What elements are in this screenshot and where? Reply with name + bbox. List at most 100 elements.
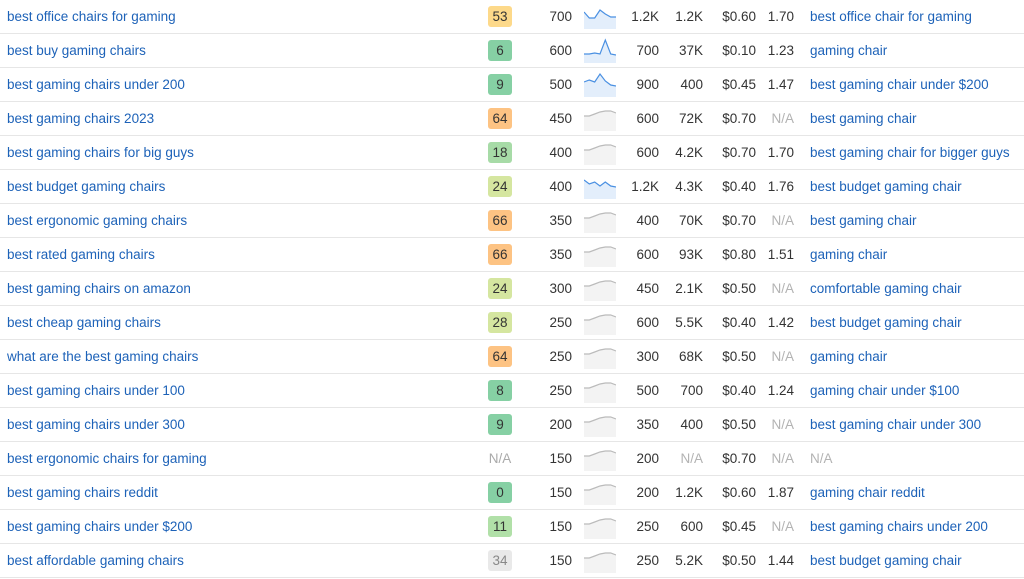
kd-badge: 11 (488, 516, 512, 537)
parent-topic-link[interactable]: best gaming chair under 300 (810, 408, 981, 441)
parent-topic-link[interactable]: best gaming chair (810, 204, 917, 237)
parent-topic-link[interactable]: best office chair for gaming (810, 0, 972, 33)
global-volume: 700 (680, 383, 703, 398)
cps-value: 1.70 (767, 9, 794, 24)
sparkline-area (584, 281, 616, 301)
traffic-potential: 1.2K (631, 9, 659, 24)
traffic-potential: 250 (636, 553, 659, 568)
global-volume: 37K (678, 43, 703, 58)
sparkline-area (584, 10, 616, 29)
trend-sparkline (584, 179, 616, 199)
cps-value: 1.70 (767, 145, 794, 160)
traffic-potential: 900 (636, 77, 659, 92)
parent-topic-link[interactable]: gaming chair reddit (810, 476, 925, 509)
cpc-value: $0.45 (722, 77, 756, 92)
trend-sparkline (584, 484, 616, 505)
keyword-link[interactable]: best gaming chairs for big guys (7, 136, 194, 169)
parent-topic-link[interactable]: gaming chair (810, 238, 887, 271)
keyword-link[interactable]: best gaming chairs reddit (7, 476, 158, 509)
traffic-potential: 1.2K (631, 179, 659, 194)
global-volume: 1.2K (675, 485, 703, 500)
parent-topic-link[interactable]: best budget gaming chair (810, 544, 962, 577)
sparkline-area (584, 519, 616, 539)
trend-sparkline (584, 72, 616, 97)
cps-value: N/A (771, 281, 794, 296)
sparkline-area (584, 417, 616, 437)
global-volume: 5.2K (675, 553, 703, 568)
cps-value: 1.23 (767, 43, 794, 58)
table-row: best gaming chairs for big guys 18 400 600 4… (0, 136, 1024, 170)
parent-topic-link[interactable]: best gaming chairs under 200 (810, 510, 988, 543)
search-volume: 250 (549, 383, 572, 398)
trend-sparkline (584, 552, 616, 573)
cps-value: 1.42 (767, 315, 794, 330)
kd-badge: 28 (488, 312, 512, 333)
traffic-potential: 600 (636, 111, 659, 126)
trend-sparkline (584, 9, 616, 29)
trend-sparkline (584, 518, 616, 539)
cps-value: 1.47 (767, 77, 794, 92)
traffic-potential: 200 (636, 485, 659, 500)
traffic-potential: 250 (636, 519, 659, 534)
keyword-link[interactable]: best buy gaming chairs (7, 34, 146, 67)
cpc-value: $0.50 (722, 417, 756, 432)
cps-value: 1.44 (767, 553, 794, 568)
keyword-link[interactable]: best gaming chairs under $200 (7, 510, 192, 543)
parent-topic-link[interactable]: best gaming chair for bigger guys (810, 136, 1010, 169)
keyword-link[interactable]: best gaming chairs under 100 (7, 374, 185, 407)
kd-badge: 66 (488, 244, 512, 265)
global-volume: 4.2K (675, 145, 703, 160)
global-volume: 1.2K (675, 9, 703, 24)
keyword-link[interactable]: best gaming chairs under 200 (7, 68, 185, 101)
keyword-link[interactable]: best gaming chairs under 300 (7, 408, 185, 441)
keyword-link[interactable]: best rated gaming chairs (7, 238, 155, 271)
parent-topic-link[interactable]: comfortable gaming chair (810, 272, 962, 305)
cpc-value: $0.70 (722, 111, 756, 126)
kd-badge: 24 (488, 278, 512, 299)
kd-badge: 24 (488, 176, 512, 197)
sparkline-area (584, 180, 616, 199)
keyword-link[interactable]: best affordable gaming chairs (7, 544, 184, 577)
search-volume: 200 (549, 417, 572, 432)
keyword-link[interactable]: best gaming chairs 2023 (7, 102, 154, 135)
keywords-table: best office chairs for gaming 53 700 1.2K 1.… (0, 0, 1024, 578)
kd-badge: 8 (488, 380, 512, 401)
table-row: best ergonomic chairs for gaming N/A 150 20… (0, 442, 1024, 476)
trend-sparkline (584, 382, 616, 403)
table-row: best affordable gaming chairs 34 150 250 5.2… (0, 544, 1024, 578)
keyword-link[interactable]: best ergonomic chairs for gaming (7, 442, 207, 475)
keyword-link[interactable]: best budget gaming chairs (7, 170, 165, 203)
search-volume: 150 (549, 519, 572, 534)
parent-topic-link[interactable]: gaming chair under $100 (810, 374, 959, 407)
parent-topic-link[interactable]: best budget gaming chair (810, 170, 962, 203)
global-volume: 400 (680, 417, 703, 432)
cpc-value: $0.70 (722, 451, 756, 466)
parent-topic-link[interactable]: gaming chair (810, 34, 887, 67)
global-volume: 400 (680, 77, 703, 92)
keyword-link[interactable]: best gaming chairs on amazon (7, 272, 191, 305)
global-volume: 2.1K (675, 281, 703, 296)
keyword-link[interactable]: best ergonomic gaming chairs (7, 204, 187, 237)
table-row: best gaming chairs under $200 11 150 250 600… (0, 510, 1024, 544)
search-volume: 150 (549, 485, 572, 500)
kd-badge: 9 (488, 414, 512, 435)
trend-sparkline (584, 212, 616, 233)
search-volume: 400 (549, 145, 572, 160)
table-row: best office chairs for gaming 53 700 1.2K 1.… (0, 0, 1024, 34)
keyword-link[interactable]: what are the best gaming chairs (7, 340, 198, 373)
parent-topic-link[interactable]: best gaming chair under $200 (810, 68, 989, 101)
parent-topic-link[interactable]: gaming chair (810, 340, 887, 373)
parent-topic-link[interactable]: best gaming chair (810, 102, 917, 135)
keyword-link[interactable]: best office chairs for gaming (7, 0, 176, 33)
table-row: best rated gaming chairs 66 350 600 93K $0.80… (0, 238, 1024, 272)
keyword-link[interactable]: best cheap gaming chairs (7, 306, 161, 339)
cpc-value: $0.40 (722, 179, 756, 194)
trend-sparkline (584, 110, 616, 131)
kd-badge: 66 (488, 210, 512, 231)
global-volume: 5.5K (675, 315, 703, 330)
parent-topic-link[interactable]: best budget gaming chair (810, 306, 962, 339)
search-volume: 250 (549, 349, 572, 364)
kd-badge: 0 (488, 482, 512, 503)
cps-value: 1.51 (767, 247, 794, 262)
table-row: best buy gaming chairs 6 600 700 37K $0.10 1.2… (0, 34, 1024, 68)
